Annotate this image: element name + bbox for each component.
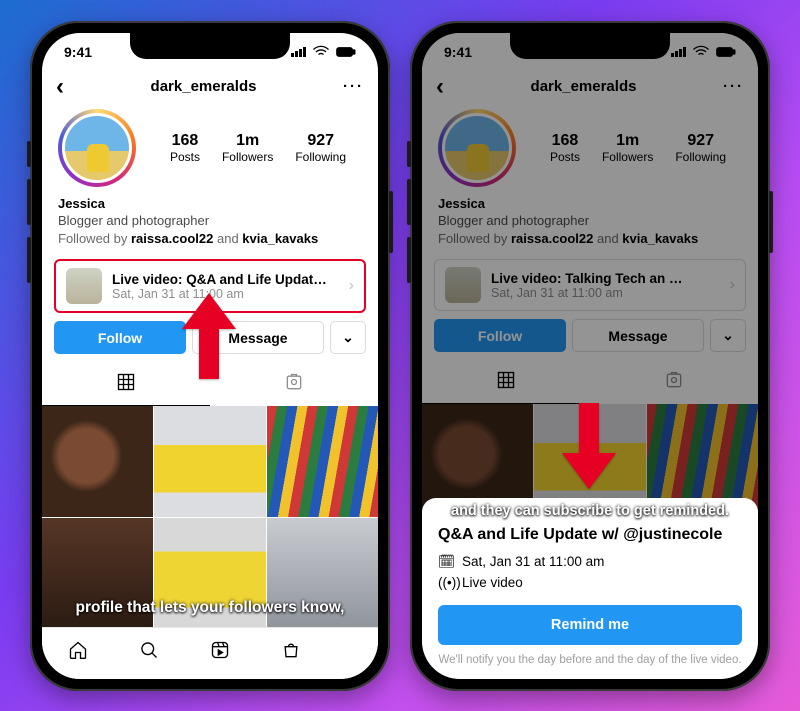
avatar — [62, 113, 132, 183]
wifi-icon — [311, 42, 331, 62]
overlay-caption: and they can subscribe to get reminded. — [422, 503, 758, 519]
bio-desc: Blogger and photographer — [58, 212, 362, 230]
sheet-note: We'll notify you the day before and the … — [438, 653, 742, 669]
followed-by: Followed by raissa.cool22 and kvia_kavak… — [58, 230, 362, 248]
calendar-icon: 🗓 — [438, 554, 454, 570]
bio-name: Jessica — [58, 195, 362, 213]
signal-icon — [291, 47, 306, 57]
live-thumb — [66, 268, 102, 304]
phone-left: 9:41 ‹ dark_emeralds ··· 168Posts 1mFoll… — [30, 21, 390, 691]
grid-icon — [116, 372, 136, 392]
back-icon[interactable]: ‹ — [56, 75, 64, 99]
suggestions-button[interactable]: ⌄ — [330, 321, 366, 354]
profile-header: ‹ dark_emeralds ··· — [42, 71, 378, 107]
sheet-type-row: ((•)) Live video — [438, 575, 742, 590]
post-thumb[interactable] — [42, 406, 153, 517]
annotation-arrow-down — [562, 403, 616, 489]
live-title: Live video: Q&A and Life Updat… — [112, 272, 339, 287]
battery-icon — [336, 42, 356, 62]
overlay-caption: profile that lets your followers know, — [42, 599, 378, 617]
more-icon[interactable]: ··· — [343, 78, 364, 95]
username: dark_emeralds — [151, 78, 257, 95]
tagged-icon — [284, 372, 304, 392]
post-thumb[interactable] — [154, 406, 265, 517]
bottom-sheet: Q&A and Life Update w/ @justinecole 🗓 Sa… — [422, 498, 758, 679]
chevron-right-icon: › — [349, 277, 354, 295]
stat-followers[interactable]: 1mFollowers — [222, 132, 273, 164]
stat-following[interactable]: 927Following — [295, 132, 346, 164]
nav-search-icon[interactable] — [139, 640, 159, 666]
status-time: 9:41 — [64, 44, 92, 60]
follow-button[interactable]: Follow — [54, 321, 186, 354]
annotation-arrow-up — [182, 293, 236, 379]
phone-right: 9:41 ‹ dark_emeralds ··· 168Posts 1mFoll… — [410, 21, 770, 691]
nav-shop-icon[interactable] — [281, 640, 301, 666]
bottom-nav — [42, 627, 378, 679]
post-thumb[interactable] — [267, 406, 378, 517]
stat-posts[interactable]: 168Posts — [170, 132, 200, 164]
sheet-title: Q&A and Life Update w/ @justinecole — [438, 526, 742, 544]
notch — [510, 33, 670, 59]
nav-reels-icon[interactable] — [210, 640, 230, 666]
nav-home-icon[interactable] — [68, 640, 88, 666]
story-ring[interactable] — [58, 109, 136, 187]
sheet-date-row: 🗓 Sat, Jan 31 at 11:00 am — [438, 554, 742, 570]
notch — [130, 33, 290, 59]
live-icon: ((•)) — [438, 575, 454, 590]
remind-button[interactable]: Remind me — [438, 605, 742, 645]
